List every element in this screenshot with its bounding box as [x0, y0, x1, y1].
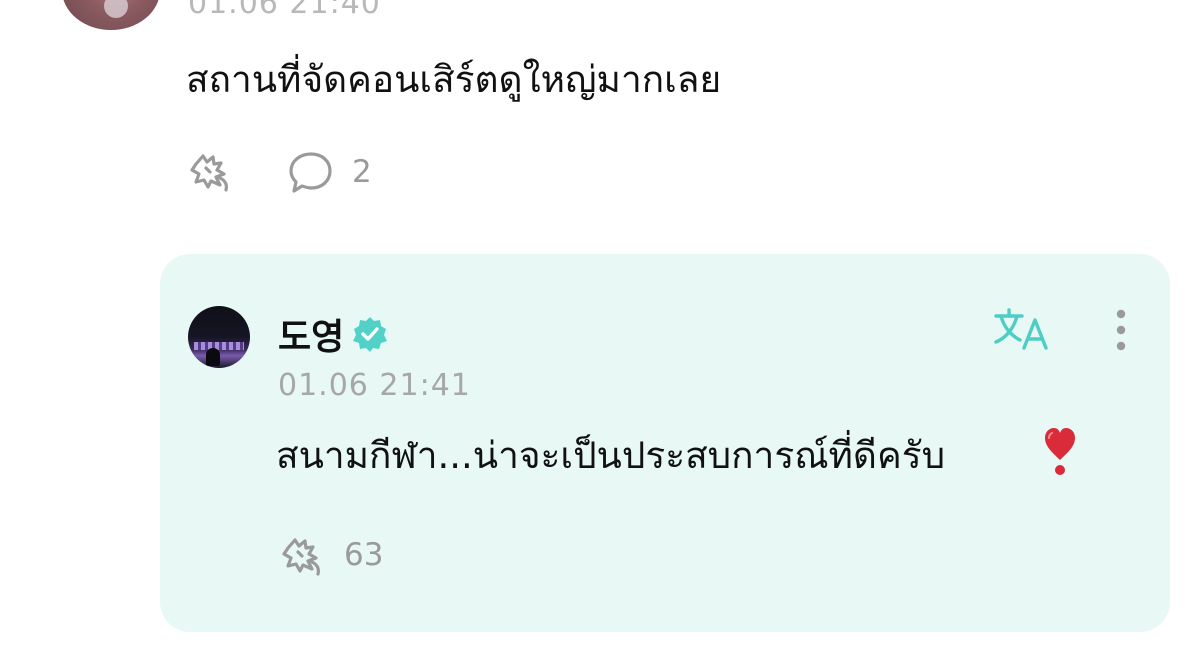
reply-author-avatar[interactable] [188, 306, 250, 368]
vertical-dots-icon [1116, 309, 1126, 351]
heavy-exclamation-heart-icon [1040, 424, 1080, 482]
reply-timestamp: 01.06 21:41 [278, 368, 471, 403]
post-timestamp: 01.06 21:40 [188, 0, 381, 21]
reply-author-name[interactable]: 도영 [278, 308, 344, 360]
comment-thread: 01.06 21:40 สถานที่จัดคอนเสิร์ตดูใหญ่มาก… [0, 0, 1200, 652]
post-comment-button[interactable]: 2 [286, 148, 372, 196]
cheer-hand-icon [190, 154, 228, 192]
artist-reply-card: 도영 01.06 21:41 สนามกีฬา...น่าจะเป็นประสบ… [160, 254, 1170, 632]
cheer-hand-icon [282, 538, 320, 576]
post-author-avatar[interactable] [62, 0, 160, 30]
translate-icon [994, 308, 1048, 350]
post-like-button[interactable] [186, 148, 236, 194]
reply-author-row: 도영 [278, 308, 390, 360]
avatar-figure [206, 348, 220, 366]
reply-like-count: 63 [344, 537, 384, 573]
reply-like-button[interactable]: 63 [278, 532, 383, 578]
reply-text: สนามกีฬา...น่าจะเป็นประสบการณ์ที่ดีครับ [276, 434, 946, 477]
speech-bubble-icon [289, 152, 332, 193]
translate-button[interactable] [992, 306, 1054, 358]
post-text: สถานที่จัดคอนเสิร์ตดูใหญ่มากเลย [186, 58, 722, 101]
verified-badge-icon [353, 317, 388, 352]
more-options-button[interactable] [1108, 308, 1134, 360]
avatar-stage-lights [194, 342, 244, 350]
post-comment-count: 2 [352, 154, 372, 190]
